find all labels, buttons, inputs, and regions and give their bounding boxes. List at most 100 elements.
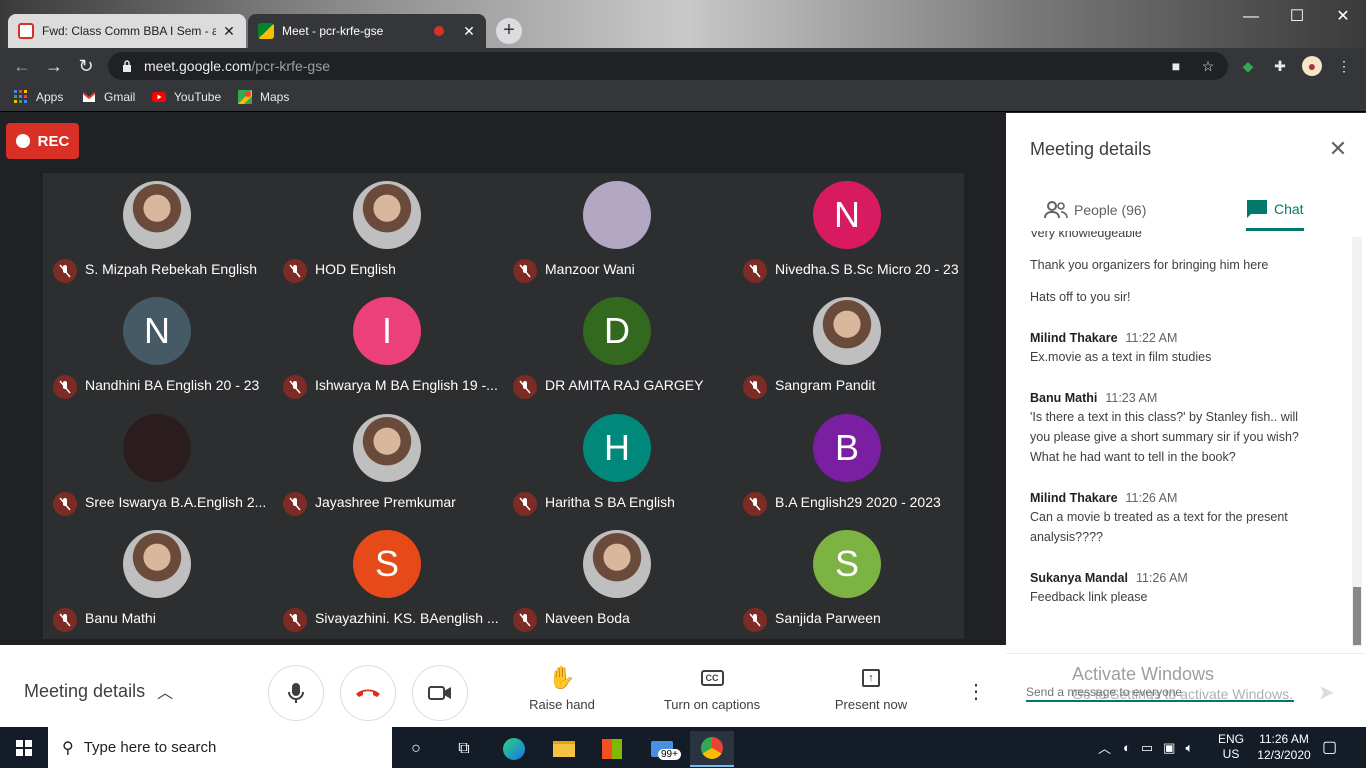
participant-tile[interactable]: Naveen Boda (503, 522, 733, 638)
participant-tile[interactable]: H Haritha S BA English (503, 406, 733, 522)
people-tab-label: People (96) (1074, 202, 1147, 218)
participant-tile[interactable]: S Sanjida Parween (733, 522, 963, 638)
raise-hand-button[interactable]: ✋ Raise hand (522, 665, 602, 712)
chat-sender: Sukanya Mandal (1030, 571, 1128, 585)
forward-icon[interactable]: → (42, 54, 66, 78)
participant-name: Jayashree Premkumar (315, 494, 456, 510)
avatar: S (353, 530, 421, 598)
leave-call-button[interactable] (340, 665, 396, 721)
chevron-up-icon[interactable]: ︿ (1098, 738, 1111, 757)
system-clock[interactable]: 11:26 AM 12/3/2020 (1252, 731, 1316, 763)
taskbar-search[interactable]: ⚲ Type here to search (48, 727, 392, 768)
mail-icon[interactable]: 99+ (640, 731, 684, 767)
chat-input-row: Activate Windows Go to Settings to activ… (1006, 653, 1366, 727)
camera-button[interactable] (412, 665, 468, 721)
reload-icon[interactable]: ↻ (74, 54, 98, 78)
microphone-button[interactable] (268, 665, 324, 721)
url-host: meet.google.com (144, 58, 252, 74)
participant-tile[interactable]: Banu Mathi (43, 522, 273, 638)
store-icon[interactable] (590, 731, 634, 767)
chat-scrollbar[interactable] (1352, 237, 1362, 647)
address-bar[interactable]: meet.google.com/pcr-krfe-gse (108, 52, 1228, 80)
extensions-puzzle-icon[interactable]: ✚ (1270, 56, 1290, 76)
bookmark-youtube[interactable]: YouTube (152, 90, 221, 104)
participant-tile[interactable]: I Ishwarya M BA English 19 -... (273, 289, 503, 405)
close-icon[interactable]: ✕ (1326, 137, 1350, 161)
closed-captions-icon: CC (656, 665, 768, 691)
participant-tile[interactable]: HOD English (273, 173, 503, 289)
apps-grid-icon (14, 90, 27, 103)
avatar (123, 530, 191, 598)
participant-tile[interactable]: D DR AMITA RAJ GARGEY (503, 289, 733, 405)
chevron-up-icon: ︿ (157, 685, 174, 702)
profile-avatar[interactable]: ● (1302, 56, 1322, 76)
bookmark-maps[interactable]: Maps (238, 90, 289, 104)
participant-tile[interactable]: Sree Iswarya B.A.English 2... (43, 406, 273, 522)
participant-tile[interactable]: S Sivayazhini. KS. BAenglish ... (273, 522, 503, 638)
scrollbar-thumb[interactable] (1353, 587, 1361, 645)
extension-shield-icon[interactable]: ◆ (1238, 56, 1258, 76)
cortana-icon[interactable]: ○ (394, 731, 438, 767)
chat-text: Ex.movie as a text in film studies (1030, 350, 1212, 364)
url-path: /pcr-krfe-gse (251, 58, 330, 74)
tab-chat[interactable]: Chat (1246, 189, 1304, 231)
battery-icon[interactable]: ▭ (1141, 740, 1153, 756)
tab-title: Meet - pcr-krfe-gse (282, 24, 384, 38)
meeting-details-button[interactable]: Meeting details ︿ (24, 679, 173, 703)
notification-icon[interactable]: ▢ (1322, 737, 1342, 757)
participant-name: Manzoor Wani (545, 261, 635, 277)
tab-people[interactable]: People (96) (1044, 189, 1146, 231)
window-close-button[interactable]: ✕ (1320, 2, 1366, 32)
new-tab-button[interactable]: + (496, 18, 522, 44)
bookmark-gmail[interactable]: Gmail (82, 90, 135, 104)
tab-gmail[interactable]: Fwd: Class Comm BBA I Sem - an ✕ (8, 14, 246, 48)
recording-indicator-icon (434, 26, 444, 36)
bookmark-star-icon[interactable]: ☆ (1198, 56, 1218, 76)
participant-name: B.A English29 2020 - 2023 (775, 494, 941, 510)
avatar (353, 414, 421, 482)
participant-name: Banu Mathi (85, 610, 156, 626)
participant-tile[interactable]: Jayashree Premkumar (273, 406, 503, 522)
close-icon[interactable]: ✕ (462, 23, 476, 40)
language-indicator[interactable]: ENG US (1218, 732, 1244, 762)
more-options-icon[interactable]: ⋮ (962, 679, 990, 707)
participant-tile[interactable]: N Nivedha.S B.Sc Micro 20 - 23 (733, 173, 963, 289)
chrome-menu-icon[interactable]: ⋮ (1334, 56, 1354, 76)
participant-tile[interactable]: Sangram Pandit (733, 289, 963, 405)
camera-icon[interactable]: ■ (1166, 56, 1186, 76)
send-icon[interactable]: ➤ (1318, 680, 1335, 705)
network-icon[interactable]: ▣ (1163, 740, 1175, 756)
tab-meet[interactable]: Meet - pcr-krfe-gse ✕ (248, 14, 486, 48)
mic-off-icon (743, 375, 767, 399)
video-camera-icon (428, 686, 451, 700)
close-icon[interactable]: ✕ (222, 23, 236, 40)
participant-tile[interactable]: S. Mizpah Rebekah English (43, 173, 273, 289)
minimize-button[interactable]: — (1228, 2, 1274, 32)
avatar: B (813, 414, 881, 482)
participant-tile[interactable]: N Nandhini BA English 20 - 23 (43, 289, 273, 405)
present-now-button[interactable]: ↑ Present now (828, 665, 914, 712)
mic-off-icon (513, 375, 537, 399)
participant-tile[interactable]: Manzoor Wani (503, 173, 733, 289)
chrome-icon[interactable] (690, 731, 734, 767)
chat-sender: Milind Thakare (1030, 331, 1118, 345)
avatar (353, 181, 421, 249)
chat-text: you please give a short summary sir if y… (1030, 430, 1299, 444)
chat-icon (1247, 199, 1267, 218)
chat-message-input[interactable] (1026, 684, 1294, 702)
maximize-button[interactable]: ☐ (1274, 2, 1320, 32)
captions-button[interactable]: CC Turn on captions (656, 665, 768, 712)
sync-icon[interactable]: ◐ (1123, 740, 1131, 755)
participant-tile[interactable]: B B.A English29 2020 - 2023 (733, 406, 963, 522)
bookmark-apps[interactable]: Apps (14, 90, 63, 104)
windows-taskbar: ⚲ Type here to search ○ ⧉ 99+ ︿ ◐ ▭ ▣ 🔈︎… (0, 727, 1366, 768)
file-explorer-icon[interactable] (542, 731, 586, 767)
edge-icon[interactable] (492, 731, 536, 767)
avatar: H (583, 414, 651, 482)
back-icon[interactable]: ← (10, 54, 34, 78)
activation-watermark: Activate Windows (1072, 664, 1215, 684)
start-button[interactable] (0, 727, 48, 768)
task-view-icon[interactable]: ⧉ (442, 731, 486, 767)
volume-icon[interactable]: 🔈︎ (1185, 740, 1193, 756)
participant-name: S. Mizpah Rebekah English (85, 261, 257, 277)
